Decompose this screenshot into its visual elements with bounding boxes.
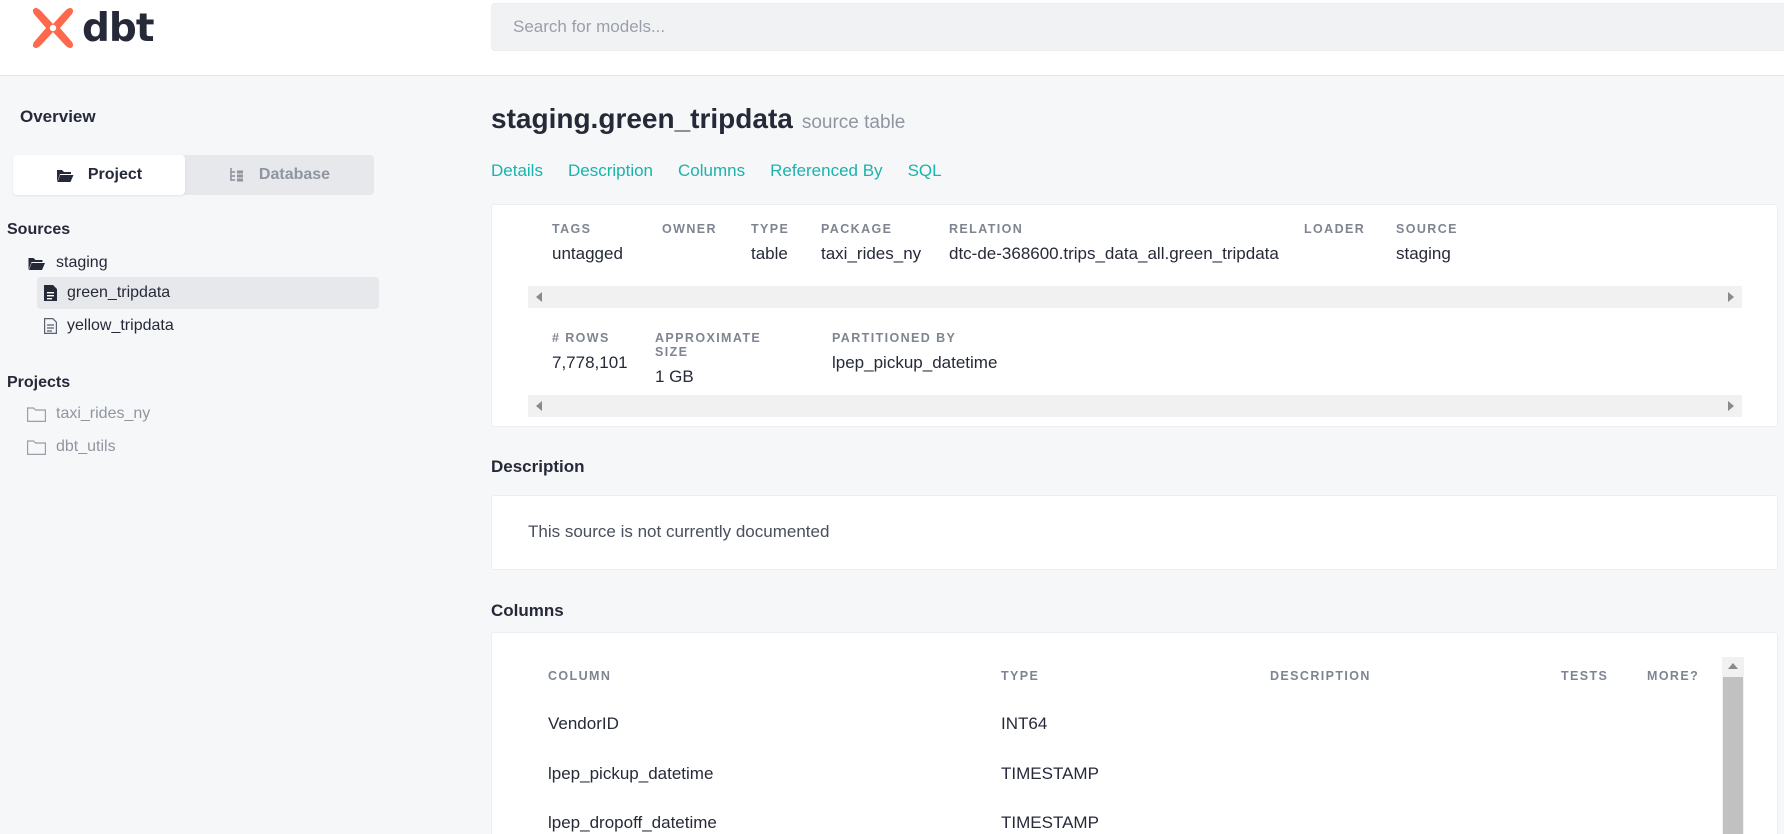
meta-label: # ROWS — [552, 331, 610, 345]
page-title: staging.green_tripdata — [491, 103, 793, 134]
column-header-more: MORE? — [1647, 669, 1700, 683]
page-subtitle: source table — [801, 112, 906, 133]
meta-label: OWNER — [662, 222, 717, 236]
tree-project-taxi-rides-ny[interactable]: taxi_rides_ny — [27, 398, 150, 430]
columns-heading: Columns — [491, 601, 564, 620]
meta-label: TYPE — [751, 222, 790, 236]
description-card: This source is not currently documented — [491, 495, 1778, 570]
column-name-cell[interactable]: VendorID — [548, 714, 619, 734]
column-header-description: DESCRIPTION — [1270, 669, 1371, 683]
meta-value: lpep_pickup_datetime — [832, 353, 998, 372]
search-bar[interactable] — [491, 3, 1784, 51]
projects-heading: Projects — [7, 374, 71, 391]
tree-item-label: staging — [56, 254, 108, 271]
meta-value: 1 GB — [655, 367, 694, 386]
column-type-cell: INT64 — [1001, 714, 1048, 733]
meta-value: 7,778,101 — [552, 353, 628, 372]
tab-details[interactable]: Details — [491, 161, 543, 181]
column-type-cell: TIMESTAMP — [1001, 764, 1099, 783]
columns-card: COLUMN TYPE DESCRIPTION TESTS MORE? Vend… — [491, 632, 1778, 834]
tree-structure-icon — [229, 167, 245, 183]
column-name-cell[interactable]: lpep_pickup_datetime — [548, 764, 713, 784]
details-row-2: # ROWS 7,778,101 APPROXIMATE SIZE 1 GB P… — [552, 331, 1031, 387]
meta-rows: # ROWS 7,778,101 — [552, 331, 628, 387]
tab-description[interactable]: Description — [568, 161, 653, 181]
meta-value: staging — [1396, 244, 1451, 263]
sources-heading: Sources — [7, 221, 71, 238]
scroll-left-arrow-icon[interactable] — [536, 292, 542, 302]
tab-referenced-by[interactable]: Referenced By — [770, 161, 882, 181]
project-toggle-button[interactable]: Project — [13, 155, 185, 195]
meta-source: SOURCE staging — [1396, 222, 1458, 264]
meta-label: TAGS — [552, 222, 592, 236]
meta-partitioned-by: PARTITIONED BY lpep_pickup_datetime — [832, 331, 997, 387]
database-toggle-label: Database — [258, 166, 331, 183]
tree-item-label: dbt_utils — [56, 438, 116, 455]
scroll-right-arrow-icon[interactable] — [1728, 292, 1734, 302]
section-tabs: Details Description Columns Referenced B… — [491, 161, 967, 181]
meta-value: taxi_rides_ny — [821, 244, 922, 263]
details-row-1: TAGS untagged OWNER TYPE table PACKAGE t… — [552, 222, 1492, 264]
folder-icon — [27, 439, 46, 455]
tab-columns[interactable]: Columns — [678, 161, 745, 181]
scroll-left-arrow-icon[interactable] — [536, 401, 542, 411]
tab-sql[interactable]: SQL — [908, 161, 942, 181]
tree-item-green-tripdata[interactable]: green_tripdata — [37, 277, 379, 309]
column-header-column: COLUMN — [548, 669, 612, 683]
tree-item-label: green_tripdata — [67, 284, 171, 301]
database-toggle-button[interactable]: Database — [185, 155, 374, 195]
column-header-type: TYPE — [1001, 669, 1040, 683]
project-database-toggle: Project Database — [13, 155, 374, 195]
meta-package: PACKAGE taxi_rides_ny — [821, 222, 922, 264]
details-horizontal-scrollbar-2[interactable] — [528, 395, 1742, 417]
description-text: This source is not currently documented — [528, 522, 830, 541]
meta-label: PARTITIONED BY — [832, 331, 957, 345]
sidebar: Overview Project Database Sources stagin… — [0, 77, 400, 834]
meta-type: TYPE table — [751, 222, 790, 264]
meta-value: untagged — [552, 244, 623, 263]
meta-tags: TAGS untagged — [552, 222, 628, 264]
meta-owner: OWNER — [662, 222, 717, 264]
main-content: staging.green_tripdata source table Deta… — [491, 77, 1784, 834]
dbt-logo-icon — [32, 8, 74, 48]
logo-text: dbt — [82, 5, 154, 51]
tree-item-label: taxi_rides_ny — [56, 405, 151, 422]
details-horizontal-scrollbar[interactable] — [528, 286, 1742, 308]
project-toggle-label: Project — [87, 166, 143, 183]
column-header-tests: TESTS — [1561, 669, 1609, 683]
meta-label: PACKAGE — [821, 222, 893, 236]
column-type-cell: TIMESTAMP — [1001, 813, 1099, 832]
file-outline-icon — [44, 318, 57, 334]
folder-open-icon — [56, 168, 74, 183]
meta-relation: RELATION dtc-de-368600.trips_data_all.gr… — [949, 222, 1279, 264]
dbt-logo[interactable]: dbt — [30, 5, 154, 51]
file-icon — [44, 285, 57, 301]
meta-label: APPROXIMATE SIZE — [655, 331, 762, 359]
overview-link[interactable]: Overview — [20, 107, 96, 127]
meta-loader: LOADER — [1304, 222, 1366, 264]
meta-label: RELATION — [949, 222, 1024, 236]
top-header: dbt — [0, 0, 1784, 76]
scroll-up-arrow-icon[interactable] — [1728, 663, 1738, 669]
column-name-cell[interactable]: lpep_dropoff_datetime — [548, 813, 717, 833]
page-header: staging.green_tripdata source table — [491, 103, 905, 135]
tree-item-label: yellow_tripdata — [67, 317, 174, 334]
scrollbar-thumb[interactable] — [1723, 677, 1743, 834]
tree-project-dbt-utils[interactable]: dbt_utils — [27, 431, 116, 463]
search-input[interactable] — [492, 4, 1784, 50]
description-heading: Description — [491, 457, 585, 476]
meta-value: table — [751, 244, 788, 263]
meta-value: dtc-de-368600.trips_data_all.green_tripd… — [949, 244, 1279, 263]
folder-icon — [27, 406, 46, 422]
meta-label: LOADER — [1304, 222, 1366, 236]
tree-folder-staging[interactable]: staging — [27, 247, 108, 279]
folder-open-icon — [27, 256, 46, 271]
tree-item-yellow-tripdata[interactable]: yellow_tripdata — [44, 310, 174, 342]
details-card: TAGS untagged OWNER TYPE table PACKAGE t… — [491, 204, 1778, 427]
scroll-right-arrow-icon[interactable] — [1728, 401, 1734, 411]
columns-vertical-scrollbar[interactable] — [1722, 657, 1744, 834]
meta-label: SOURCE — [1396, 222, 1458, 236]
meta-approximate-size: APPROXIMATE SIZE 1 GB — [655, 331, 798, 387]
